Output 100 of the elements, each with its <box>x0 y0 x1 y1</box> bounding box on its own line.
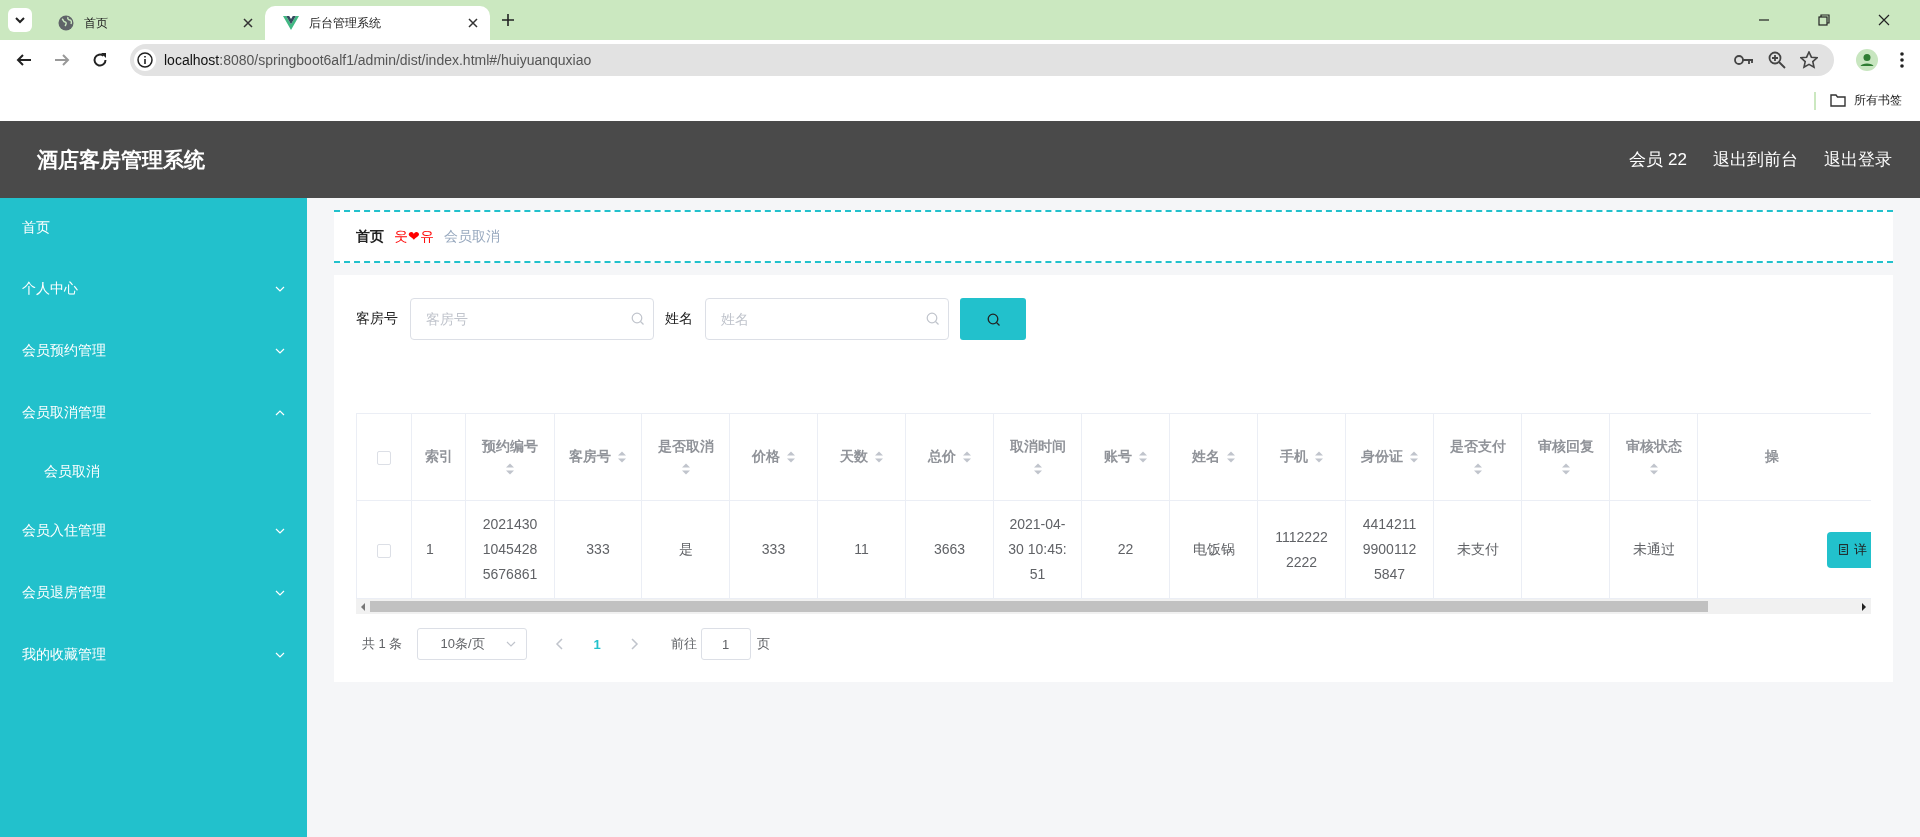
header-link[interactable]: 退出到前台 <box>1713 148 1798 171</box>
folder-icon <box>1830 94 1846 107</box>
next-page-icon[interactable] <box>630 638 639 650</box>
breadcrumb-item: 会员取消 <box>443 227 500 246</box>
sort-icon[interactable] <box>1560 462 1571 476</box>
column-header: 姓名 <box>1191 448 1220 466</box>
user-name: 会员 22 <box>1629 149 1687 171</box>
forward-icon[interactable] <box>54 52 70 68</box>
chevron-down-icon <box>275 348 285 354</box>
table-cell: 441421199001125847 <box>1362 516 1417 582</box>
chevron-down-icon <box>275 590 285 596</box>
column-header: 审核状态 <box>1625 438 1682 456</box>
sort-icon[interactable] <box>505 462 515 476</box>
column-header: 审核回复 <box>1537 438 1594 456</box>
sort-icon[interactable] <box>680 462 691 476</box>
horizontal-scrollbar[interactable] <box>356 599 1871 614</box>
scrollbar-thumb[interactable] <box>370 601 1708 612</box>
url-text: localhost:8080/springboot6alf1/admin/dist/index.html#/huiyuanquxiao <box>164 52 593 68</box>
table-cell: 未支付 <box>1456 541 1499 557</box>
table-cell: 是 <box>678 541 693 557</box>
chevron-down-icon <box>275 286 285 292</box>
scroll-right-icon[interactable] <box>1861 602 1867 611</box>
search-icon <box>926 312 939 325</box>
tab-title: 后台管理系统 <box>309 14 382 32</box>
table-cell: 22 <box>1117 541 1134 557</box>
star-icon[interactable] <box>1800 51 1818 69</box>
field-label: 姓名 <box>665 310 693 328</box>
info-icon <box>134 49 156 71</box>
checkbox[interactable] <box>377 451 391 466</box>
page-input[interactable]: 1 <box>700 628 751 660</box>
browser-tab[interactable]: 首页 <box>40 6 265 40</box>
chevron-up-icon <box>275 410 285 416</box>
table-cell: 333 <box>761 541 786 557</box>
address-bar[interactable]: localhost:8080/springboot6alf1/admin/dist/index.html#/huiyuanquxiao <box>130 44 1834 76</box>
scroll-left-icon[interactable] <box>360 602 366 611</box>
close-icon[interactable] <box>1878 14 1890 26</box>
column-header: 总价 <box>927 448 956 466</box>
breadcrumb-item[interactable]: 首页 <box>356 227 384 246</box>
restore-icon[interactable] <box>1818 14 1830 26</box>
more-menu-icon[interactable] <box>1900 52 1904 68</box>
breadcrumb-separator: 웃❤유 <box>394 227 434 246</box>
bookmarks-button[interactable]: 所有书签 <box>1830 92 1902 109</box>
table-cell: 202143010454285676861 <box>482 516 538 582</box>
chevron-down-icon <box>275 528 285 534</box>
back-icon[interactable] <box>16 52 32 68</box>
tab-title: 首页 <box>84 14 109 32</box>
sort-icon[interactable] <box>1032 462 1043 476</box>
page-size-select[interactable]: 10条/页 <box>417 628 528 660</box>
key-icon[interactable] <box>1734 54 1754 66</box>
total-count: 共 1 条 <box>362 635 403 653</box>
sort-icon[interactable] <box>961 450 972 464</box>
search-button[interactable] <box>960 298 1026 340</box>
table-cell: 11 <box>854 541 869 557</box>
table-cell: 333 <box>586 541 610 557</box>
column-header: 身份证 <box>1360 448 1403 466</box>
sort-icon[interactable] <box>1137 450 1148 464</box>
header-link[interactable]: 退出登录 <box>1824 148 1892 171</box>
browser-tab[interactable]: 后台管理系统 <box>265 6 490 40</box>
globe-icon <box>58 15 74 31</box>
column-header: 操 <box>1765 448 1779 466</box>
column-header: 客房号 <box>569 448 611 466</box>
column-header: 是否取消 <box>657 438 714 456</box>
previous-page-icon[interactable] <box>555 638 564 650</box>
app-title: 酒店客房管理系统 <box>37 146 205 173</box>
goto-label: 前往 <box>670 635 697 653</box>
profile-icon[interactable] <box>1856 49 1878 71</box>
sort-icon[interactable] <box>1313 450 1324 464</box>
search-field[interactable]: 客房号 <box>410 298 654 340</box>
reload-icon[interactable] <box>92 52 108 68</box>
field-label: 客房号 <box>356 310 398 328</box>
search-icon <box>631 312 644 325</box>
sort-icon[interactable] <box>873 450 884 464</box>
close-icon[interactable] <box>243 18 253 28</box>
zoom-icon[interactable] <box>1768 51 1786 69</box>
column-header: 是否支付 <box>1449 438 1506 456</box>
sort-icon[interactable] <box>785 450 796 464</box>
sort-icon[interactable] <box>1225 450 1236 464</box>
table-cell: 未通过 <box>1632 541 1675 557</box>
sort-icon[interactable] <box>1472 462 1483 476</box>
sort-icon[interactable] <box>1408 450 1419 464</box>
tab-list-icon[interactable] <box>8 8 32 32</box>
close-icon[interactable] <box>468 18 478 28</box>
checkbox[interactable] <box>377 543 391 558</box>
table-cell: 2021-04-30 10:45:51 <box>1008 516 1067 582</box>
search-field[interactable]: 姓名 <box>705 298 949 340</box>
column-header: 天数 <box>839 448 868 466</box>
column-header: 账号 <box>1103 448 1132 466</box>
new-tab-icon[interactable] <box>502 14 514 26</box>
table-cell: 3663 <box>933 541 966 557</box>
page-unit-label: 页 <box>756 635 770 653</box>
detail-button[interactable]: 详 <box>1827 531 1871 568</box>
table-cell: 电饭锅 <box>1192 541 1235 557</box>
sort-icon[interactable] <box>1648 462 1659 476</box>
sort-icon[interactable] <box>617 450 627 464</box>
column-header: 价格 <box>751 448 780 466</box>
column-header: 取消时间 <box>1009 438 1066 456</box>
column-header: 预约编号 <box>482 438 538 456</box>
chevron-down-icon <box>275 652 285 658</box>
table-cell: 11122222222 <box>1275 528 1328 570</box>
column-header: 手机 <box>1279 448 1308 466</box>
